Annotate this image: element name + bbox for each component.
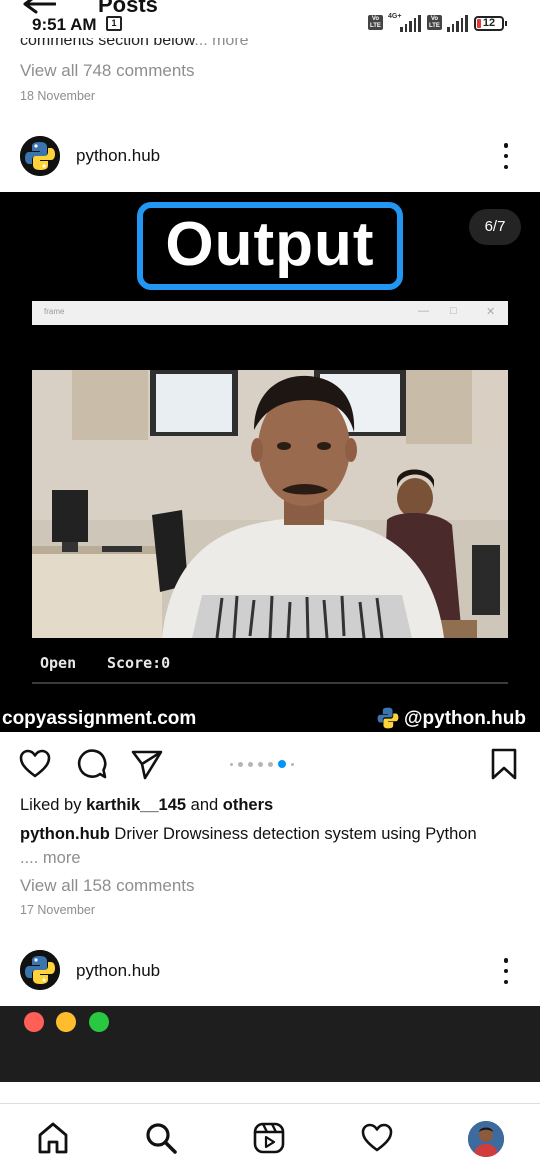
window-titlebar: frame — □ ✕	[32, 301, 508, 325]
more-options-icon[interactable]	[500, 143, 512, 169]
close-dot-icon	[24, 1012, 44, 1032]
post-username[interactable]: python.hub	[76, 146, 160, 166]
carousel-counter: 6/7	[469, 209, 521, 245]
status-bar: Posts 9:51 AM 1 Vo LTE 4G+ Vo LTE 12	[0, 0, 540, 38]
watermark-handle: @python.hub	[404, 708, 526, 729]
post-caption: python.hub Driver Drowsiness detection s…	[20, 822, 520, 870]
comment-icon[interactable]	[75, 747, 109, 781]
python-logo-icon	[20, 136, 60, 176]
detection-score-label: Score:0	[107, 654, 171, 672]
liked-by-others[interactable]: others	[223, 796, 273, 814]
next-post-media[interactable]	[0, 1006, 540, 1082]
calendar-notification-icon: 1	[106, 16, 122, 31]
volte-icon: Vo LTE	[427, 15, 442, 30]
save-bookmark-icon[interactable]	[487, 747, 521, 781]
python-logo-icon	[20, 950, 60, 990]
carousel-indicator	[230, 760, 294, 768]
minimize-dot-icon	[56, 1012, 76, 1032]
post-media[interactable]: Output 6/7 frame — □ ✕ Open Score:0 copy…	[0, 192, 540, 732]
python-logo-icon	[377, 707, 399, 729]
view-comments-link[interactable]: View all 158 comments	[20, 876, 195, 896]
avatar[interactable]	[20, 136, 60, 176]
watermark-website: copyassignment.com	[2, 708, 197, 729]
back-arrow-icon[interactable]	[22, 0, 56, 14]
divider	[32, 682, 508, 684]
detection-status-label: Open	[40, 654, 77, 672]
home-icon[interactable]	[36, 1121, 70, 1155]
profile-avatar[interactable]	[468, 1121, 504, 1157]
signal-icon	[447, 14, 468, 32]
reels-icon[interactable]	[252, 1121, 286, 1155]
search-icon[interactable]	[144, 1121, 178, 1155]
status-time: 9:51 AM	[32, 15, 97, 34]
webcam-frame-image	[32, 370, 508, 638]
close-icon: ✕	[486, 306, 496, 318]
more-link[interactable]: .... more	[20, 849, 81, 867]
caption-text: Driver Drowsiness detection system using…	[114, 825, 477, 843]
post-date: 18 November	[20, 89, 96, 103]
minimize-icon: —	[418, 305, 429, 317]
post-username[interactable]: python.hub	[76, 961, 160, 981]
battery-icon: 12	[474, 16, 507, 31]
post-date: 17 November	[20, 903, 96, 917]
caption-author[interactable]: python.hub	[20, 825, 110, 843]
maximize-icon: □	[450, 305, 457, 317]
share-send-icon[interactable]	[130, 747, 164, 781]
media-heading: Output	[137, 202, 403, 290]
bottom-navigation	[0, 1103, 540, 1170]
like-heart-icon[interactable]	[18, 747, 52, 781]
maximize-dot-icon	[89, 1012, 109, 1032]
window-title: frame	[44, 307, 65, 316]
signal-icon	[400, 14, 421, 32]
activity-heart-icon[interactable]	[360, 1121, 394, 1155]
more-options-icon[interactable]	[500, 958, 512, 984]
avatar[interactable]	[20, 950, 60, 990]
liked-by-user[interactable]: karthik__145	[86, 796, 186, 814]
volte-icon: Vo LTE	[368, 15, 383, 30]
likes-summary[interactable]: Liked by karthik__145 and others	[20, 796, 273, 815]
view-comments-link[interactable]: View all 748 comments	[20, 61, 195, 81]
